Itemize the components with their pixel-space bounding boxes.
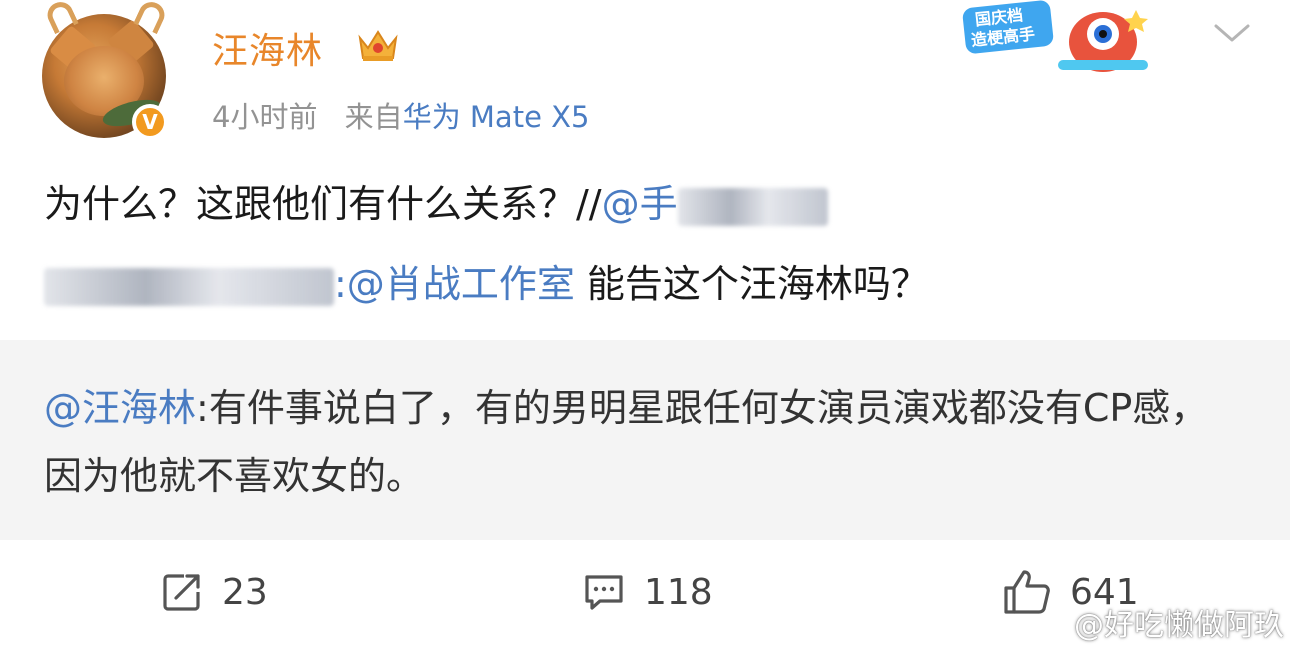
mention-link-2[interactable]: :@肖 xyxy=(334,262,423,306)
post-source-label: 来自 xyxy=(344,100,403,134)
blurred-username-2 xyxy=(44,267,334,306)
avatar[interactable]: V xyxy=(40,0,170,140)
post-body-text: 为什么？这跟他们有什么关系？// xyxy=(44,182,602,226)
post-meta: 4小时前 来自华为 Mate X5 xyxy=(212,94,589,136)
post-body-tail: 能告这个汪海林吗？ xyxy=(574,262,929,306)
chevron-down-icon[interactable] xyxy=(1212,20,1252,46)
blurred-username-1 xyxy=(677,187,828,226)
repost-count: 23 xyxy=(222,571,268,613)
comment-icon xyxy=(585,575,623,610)
watermark-text: @好吃懒做阿玖 xyxy=(1074,608,1284,643)
post-body-line-1: 为什么？这跟他们有什么关系？//@手 xyxy=(44,164,1254,244)
retweet-body: :有件事说白了，有的男明星跟任何女演员演戏都没有CP感，因为他就不喜欢女的。 xyxy=(44,386,1209,498)
watermark: @好吃懒做阿玖 xyxy=(1028,600,1284,644)
post-time: 4小时前 xyxy=(212,100,318,134)
repost-button[interactable]: 23 xyxy=(160,568,268,616)
mention-link-2-rest[interactable]: 战工作室 xyxy=(423,262,575,306)
post-source-device[interactable]: 华为 Mate X5 xyxy=(403,100,590,134)
weibo-logo-icon xyxy=(1028,608,1066,638)
mention-link-1[interactable]: @手 xyxy=(602,182,678,226)
post-body-line-2: :@肖战工作室 能告这个汪海林吗？ xyxy=(44,244,1254,324)
retweet-card[interactable]: @汪海林:有件事说白了，有的男明星跟任何女演员演戏都没有CP感，因为他就不喜欢女… xyxy=(0,340,1290,540)
comment-count: 118 xyxy=(644,571,713,613)
post-header: V 汪海林 4小时前 来自华为 Mate X5 国庆档 造梗高手 xyxy=(0,0,1290,150)
crown-icon[interactable] xyxy=(356,26,400,64)
comment-button[interactable]: 118 xyxy=(582,568,713,616)
retweet-text: @汪海林:有件事说白了，有的男明星跟任何女演员演戏都没有CP感，因为他就不喜欢女… xyxy=(44,374,1244,510)
event-badge-icon[interactable]: 国庆档 造梗高手 xyxy=(958,0,1158,78)
retweet-mention[interactable]: @汪海林 xyxy=(44,386,196,430)
username[interactable]: 汪海林 xyxy=(212,22,323,74)
verified-badge-icon: V xyxy=(132,104,168,140)
repost-icon xyxy=(163,574,200,611)
post-body: 为什么？这跟他们有什么关系？//@手 :@肖战工作室 能告这个汪海林吗？ xyxy=(44,164,1254,324)
